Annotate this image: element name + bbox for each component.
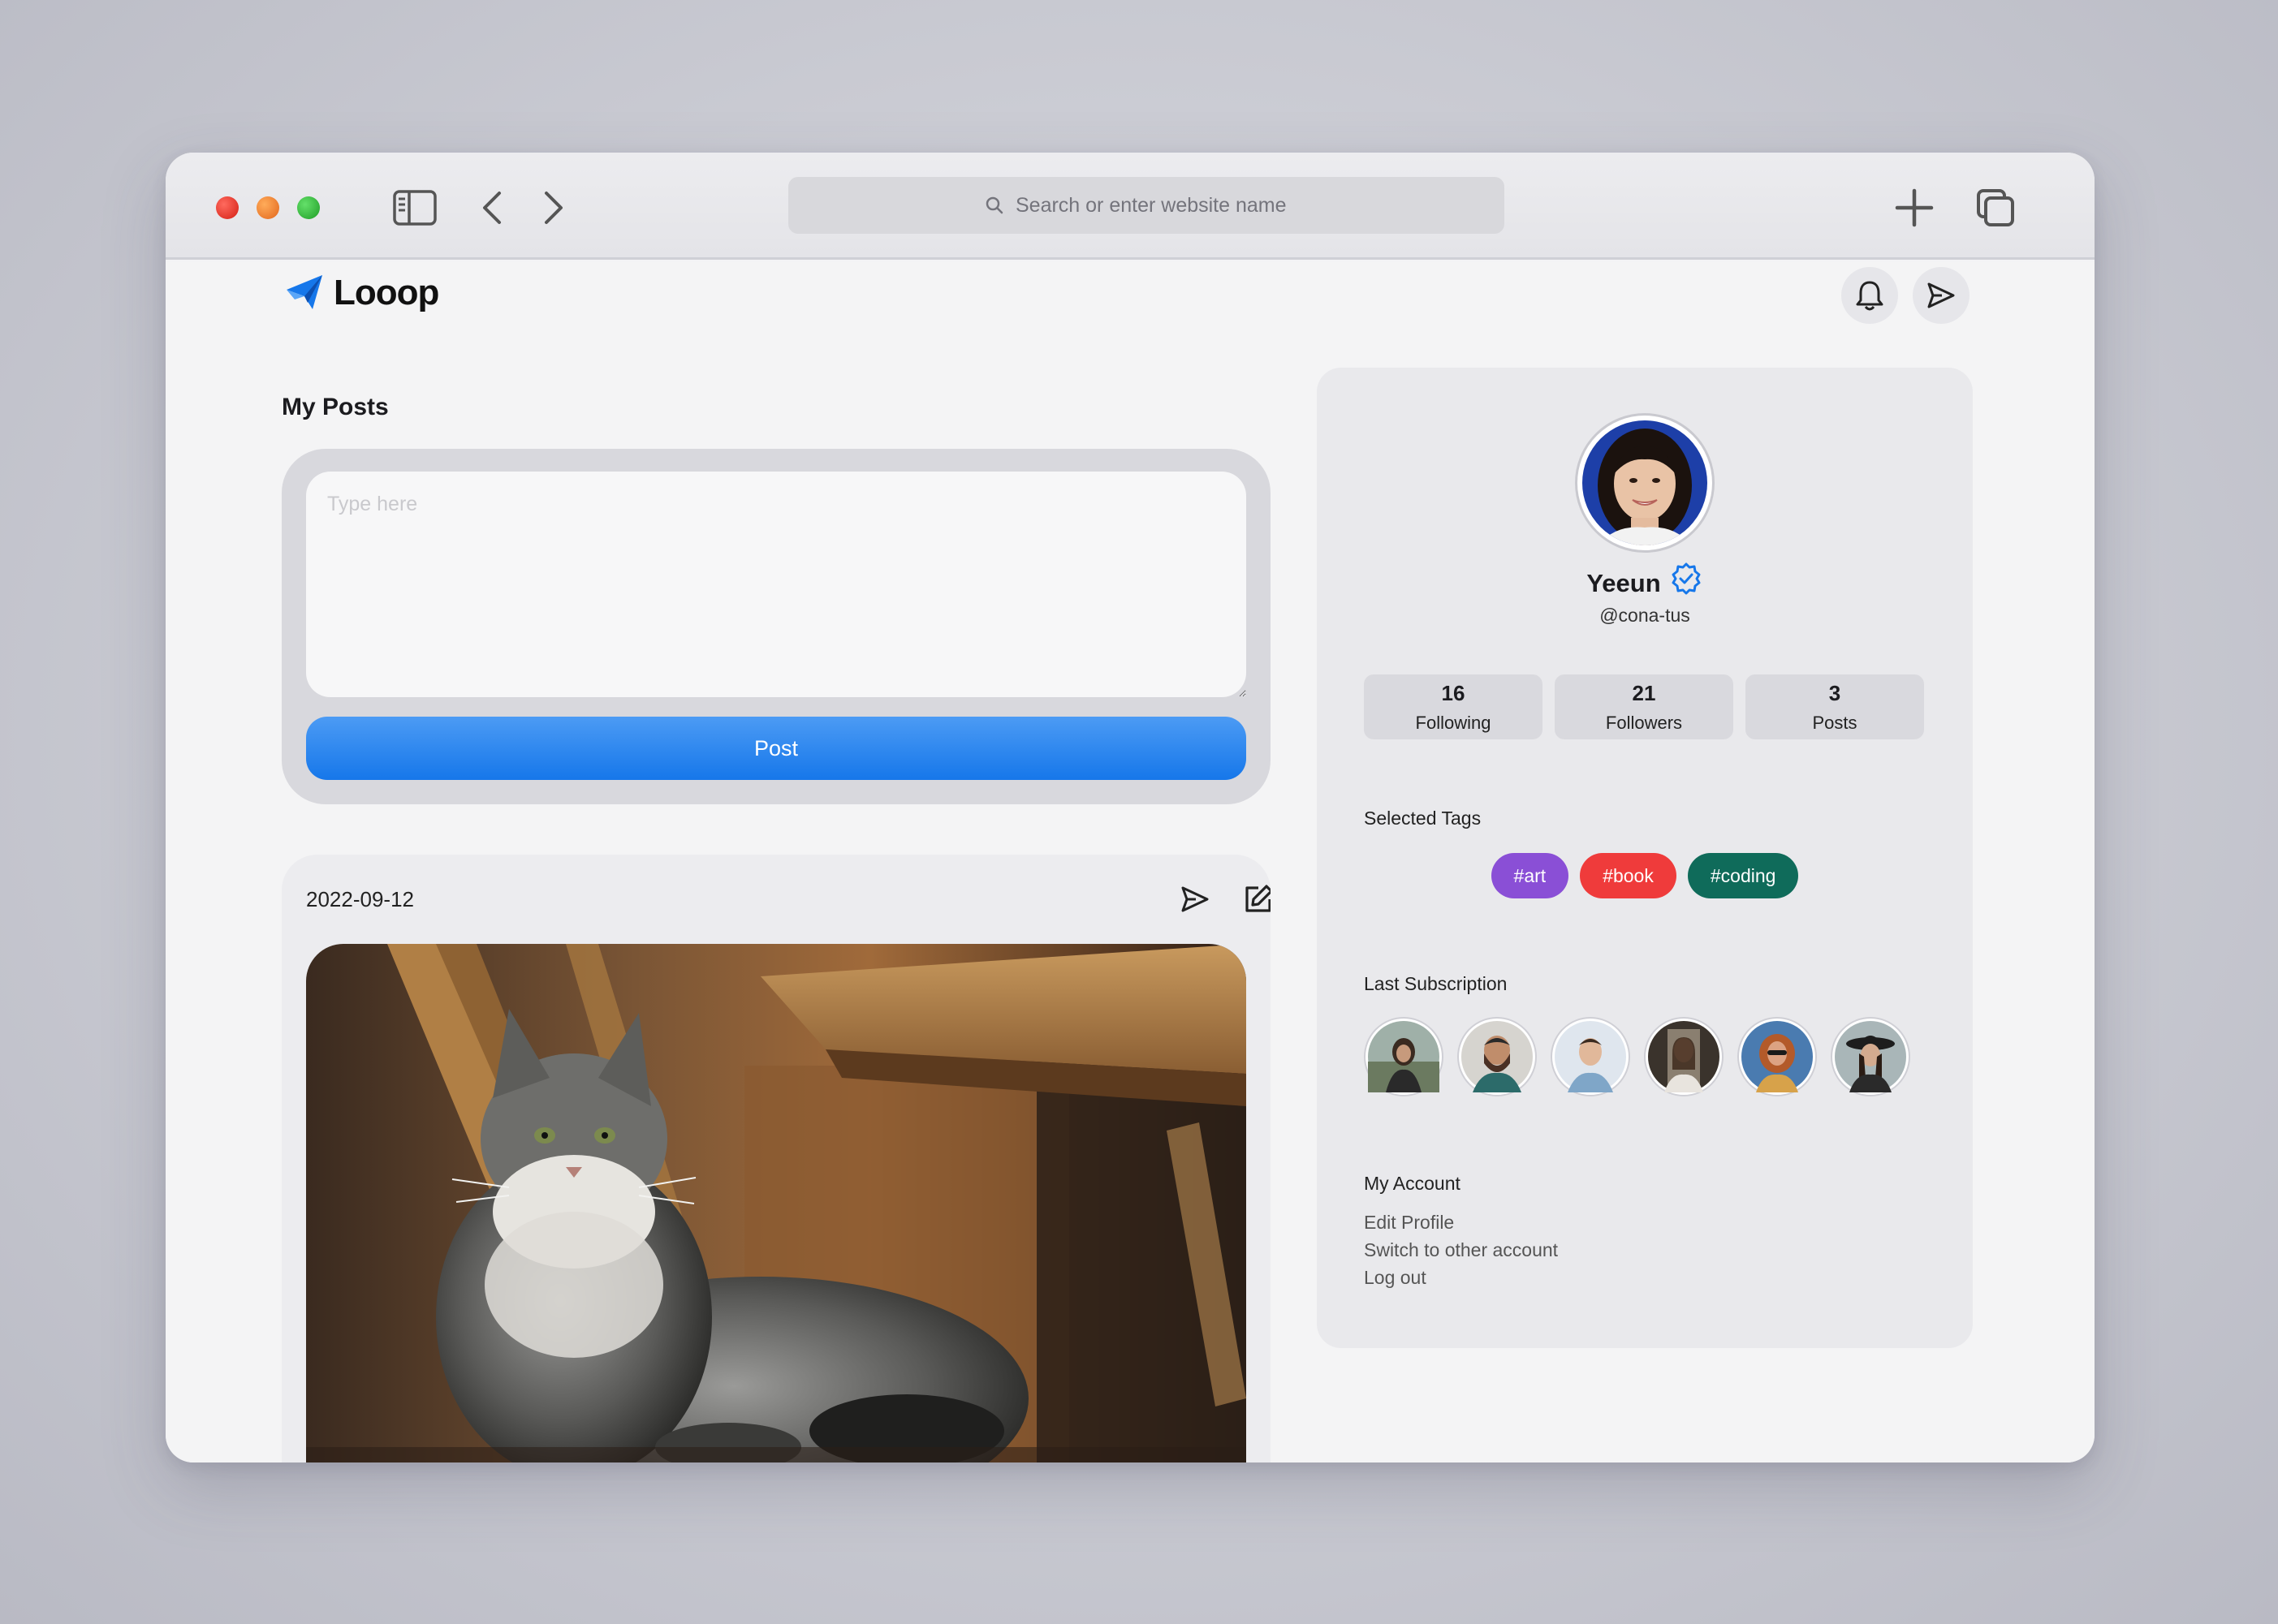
post-button[interactable]: Post [306, 717, 1246, 780]
log-out-link[interactable]: Log out [1364, 1267, 1426, 1289]
avatar-image [1582, 420, 1707, 545]
stat-value: 21 [1632, 680, 1656, 705]
share-post-button[interactable] [1173, 877, 1217, 921]
subscription-avatar[interactable] [1737, 1017, 1817, 1096]
profile-avatar[interactable] [1575, 413, 1715, 553]
stat-label: Posts [1812, 712, 1857, 733]
tab-overview-icon[interactable] [1971, 185, 2020, 230]
my-account-title: My Account [1364, 1173, 1460, 1194]
forward-arrow-icon[interactable] [529, 185, 578, 230]
messages-button[interactable] [1913, 267, 1970, 324]
browser-window: Looop My Posts Post 2022-09-12 [166, 153, 2095, 1462]
notifications-button[interactable] [1841, 267, 1898, 324]
profile-name: Yeeun [1586, 569, 1661, 597]
new-tab-plus-icon[interactable] [1890, 185, 1939, 230]
browser-toolbar [166, 153, 2095, 260]
tag-coding[interactable]: #coding [1687, 853, 1799, 898]
compose-textarea[interactable] [306, 472, 1246, 697]
sidebar-toggle-icon[interactable] [390, 185, 439, 230]
stat-following[interactable]: 16 Following [1364, 674, 1542, 739]
profile-stats: 16 Following 21 Followers 3 Posts [1364, 674, 1924, 739]
edit-icon [1245, 885, 1271, 912]
edit-post-button[interactable] [1236, 877, 1271, 921]
subscription-avatar[interactable] [1831, 1017, 1910, 1096]
subscription-avatar[interactable] [1457, 1017, 1537, 1096]
profile-name-row: Yeeun [1317, 562, 1973, 598]
stat-followers[interactable]: 21 Followers [1555, 674, 1733, 739]
stat-posts[interactable]: 3 Posts [1745, 674, 1924, 739]
selected-tags-label: Selected Tags [1364, 808, 1482, 829]
app-logo[interactable]: Looop [283, 272, 439, 314]
switch-account-link[interactable]: Switch to other account [1364, 1239, 1558, 1261]
looop-logo-icon [287, 275, 322, 309]
send-icon [1927, 282, 1955, 308]
subscription-avatar[interactable] [1364, 1017, 1443, 1096]
post-card: 2022-09-12 [282, 855, 1271, 1462]
stat-value: 16 [1441, 680, 1465, 705]
subscription-list [1364, 1017, 1910, 1096]
app-name: Looop [334, 273, 439, 312]
bell-icon [1856, 281, 1883, 311]
profile-handle: @cona-tus [1599, 605, 1690, 626]
maximize-window-button[interactable] [297, 196, 320, 219]
stat-value: 3 [1828, 680, 1841, 705]
minimize-window-button[interactable] [257, 196, 279, 219]
search-icon [986, 196, 1003, 214]
page-content: Looop My Posts Post 2022-09-12 [166, 262, 2095, 1462]
address-bar[interactable] [788, 177, 1504, 234]
compose-card: Post [282, 449, 1271, 804]
selected-tags: #art #book #coding [1317, 853, 1973, 898]
address-input[interactable] [1016, 193, 1308, 218]
back-arrow-icon[interactable] [468, 185, 516, 230]
post-photo-cat[interactable] [306, 944, 1246, 1462]
profile-panel: Yeeun @cona-tus 16 Following 21 Follower… [1317, 368, 1973, 1348]
stat-label: Followers [1605, 712, 1683, 733]
tag-book[interactable]: #book [1580, 853, 1676, 898]
last-subscription-label: Last Subscription [1364, 973, 1508, 994]
verified-badge-icon [1672, 562, 1701, 595]
edit-profile-link[interactable]: Edit Profile [1364, 1212, 1454, 1234]
post-date: 2022-09-12 [306, 887, 414, 911]
tag-art[interactable]: #art [1491, 853, 1569, 898]
subscription-avatar[interactable] [1551, 1017, 1630, 1096]
section-title: My Posts [282, 394, 389, 420]
close-window-button[interactable] [216, 196, 239, 219]
stat-label: Following [1415, 712, 1491, 733]
send-icon [1181, 886, 1209, 912]
subscription-avatar[interactable] [1644, 1017, 1724, 1096]
